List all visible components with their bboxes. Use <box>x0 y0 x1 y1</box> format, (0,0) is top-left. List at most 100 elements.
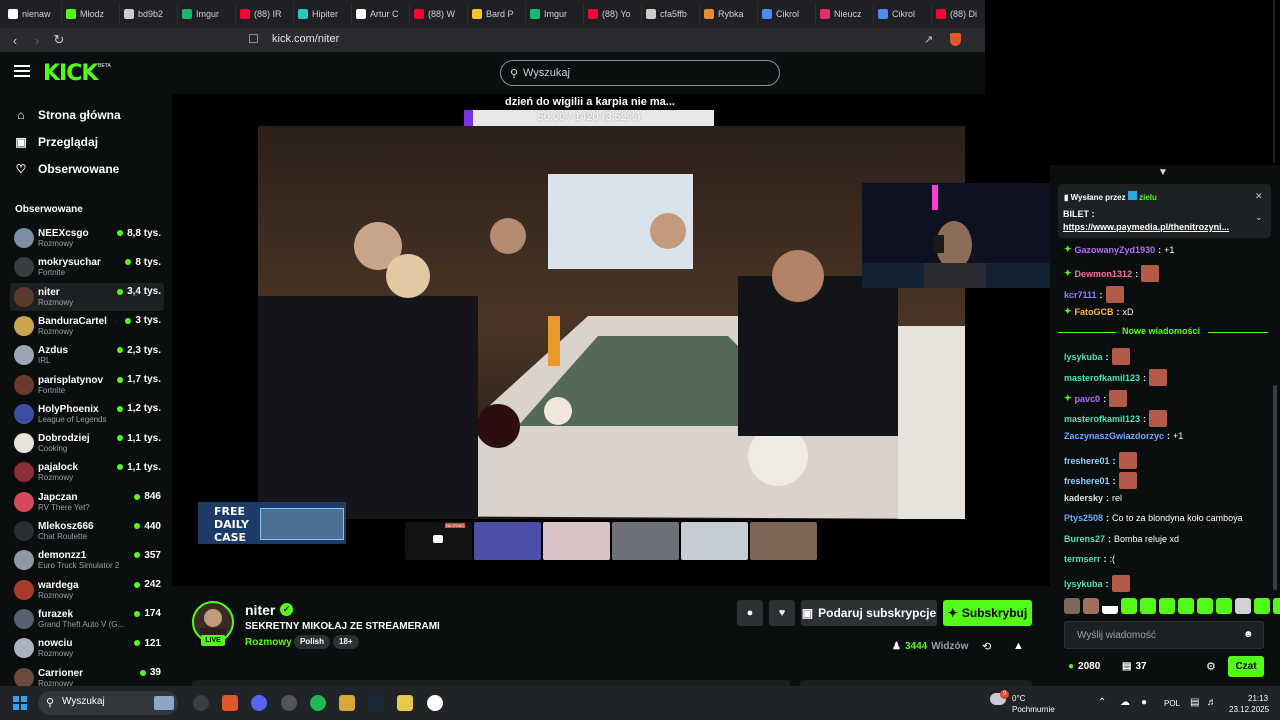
browser-tab[interactable]: Cikrol <box>758 3 816 25</box>
chat-message[interactable]: kadersky: rel <box>1064 493 1122 503</box>
windows-start-icon[interactable] <box>13 696 27 710</box>
chat-message[interactable]: ✦ GazowanyZyd1930: +1 <box>1064 244 1174 255</box>
emote-icon[interactable] <box>1216 598 1232 614</box>
taskbar-search[interactable]: ⚲ Wyszukaj <box>38 691 178 715</box>
followed-channel-mokrysuchar[interactable]: mokrysuchar Fortnite 8 tys. <box>10 253 164 281</box>
taskbar-app-steam-icon[interactable] <box>368 695 384 711</box>
chat-message[interactable]: termserr::( <box>1064 554 1115 564</box>
chat-username[interactable]: termserr <box>1064 554 1101 564</box>
chevron-down-icon[interactable]: ⌄ <box>1255 212 1263 223</box>
nav-browse[interactable]: ▣ Przeglądaj <box>14 135 98 149</box>
emote-icon[interactable] <box>1159 598 1175 614</box>
followed-channel-neexcsgo[interactable]: NEEXcsgo Rozmowy 8,8 tys. <box>10 224 164 252</box>
guest-thumb-3[interactable] <box>612 522 679 560</box>
notification-bell-button[interactable]: ● <box>737 600 763 626</box>
browser-tab[interactable]: Imgur <box>178 3 236 25</box>
video-frame[interactable] <box>258 126 965 519</box>
hamburger-menu-icon[interactable] <box>14 65 30 77</box>
chat-username[interactable]: Ptys2508 <box>1064 513 1103 523</box>
chat-username[interactable]: lysykuba <box>1064 579 1103 589</box>
chat-username[interactable]: lysykuba <box>1064 352 1103 362</box>
brave-shield-icon[interactable] <box>950 33 961 46</box>
emote-icon[interactable] <box>1197 598 1213 614</box>
store-count[interactable]: ▤ 37 <box>1122 661 1147 672</box>
chat-username[interactable]: Dewmon1312 <box>1075 269 1133 279</box>
follow-heart-button[interactable]: ♥ <box>769 600 795 626</box>
chat-message[interactable]: ✦ FatoGCB: xD <box>1064 306 1134 317</box>
followed-channel-pajalock[interactable]: pajalock Rozmowy 1,1 tys. <box>10 458 164 486</box>
browser-tab[interactable]: Rybka <box>700 3 758 25</box>
gear-icon[interactable]: ⚙ <box>1206 660 1216 673</box>
chat-message[interactable]: Burens27: Bomba reluje xd <box>1064 534 1179 544</box>
browser-tab[interactable]: cfa5ffb <box>642 3 700 25</box>
followed-channel-dobrodziej[interactable]: Dobrodziej Cooking 1,1 tys. <box>10 429 164 457</box>
browser-tab[interactable]: Cikrol <box>874 3 932 25</box>
chat-username[interactable]: freshere01 <box>1064 456 1110 466</box>
followed-channel-mlekosz666[interactable]: Mlekosz666 Chat Roulette 440 <box>10 517 164 545</box>
browser-tab[interactable]: (88) Yo <box>584 3 642 25</box>
emote-icon[interactable] <box>1178 598 1194 614</box>
chat-message[interactable]: Ptys2508: Co to za blondyna koło camboya <box>1064 513 1243 523</box>
subscribe-button[interactable]: ✦ Subskrybuj <box>943 600 1032 626</box>
microphone-icon[interactable]: ● <box>1141 697 1147 708</box>
clock-time[interactable]: 21:13 <box>1248 694 1268 703</box>
chat-collapse-icon[interactable]: ▼ <box>1158 167 1168 178</box>
pinned-message[interactable]: ▮ Wysłane przez zielu ✕ BILET : ⌄ https:… <box>1058 184 1271 238</box>
followed-channel-demonzz1[interactable]: demonzz1 Euro Truck Simulator 2 357 <box>10 546 164 574</box>
search-input[interactable] <box>523 64 763 82</box>
followed-channel-parisplatynov[interactable]: parisplatynov Fortnite 1,7 tys. <box>10 371 164 399</box>
emote-icon[interactable] <box>1064 598 1080 614</box>
tag-age[interactable]: 18+ <box>333 635 359 649</box>
chat-message[interactable]: ✦ Dewmon1312: <box>1064 265 1160 282</box>
browser-tab[interactable]: Nieucz <box>816 3 874 25</box>
reload-icon[interactable]: ↻ <box>48 29 70 51</box>
chat-username[interactable]: kcr7111 <box>1064 290 1097 300</box>
followed-channel-azdus[interactable]: Azdus IRL 2,3 tys. <box>10 341 164 369</box>
emote-icon[interactable] <box>1102 598 1118 614</box>
guest-thumb-4[interactable] <box>681 522 748 560</box>
chat-username[interactable]: masterofkamil123 <box>1064 373 1140 383</box>
emote-icon[interactable] <box>1254 598 1270 614</box>
followed-channel-wardega[interactable]: wardega Rozmowy 242 <box>10 576 164 604</box>
chat-username[interactable]: masterofkamil123 <box>1064 414 1140 424</box>
emote-icon[interactable] <box>1235 598 1251 614</box>
chat-message[interactable]: freshere01: <box>1064 472 1137 489</box>
browser-tab[interactable]: Bard P <box>468 3 526 25</box>
tray-app-icon[interactable]: ☁ <box>1120 697 1130 708</box>
chat-message[interactable]: freshere01: <box>1064 452 1137 469</box>
browser-tab[interactable]: (88) W <box>410 3 468 25</box>
taskbar-app-files-icon[interactable] <box>339 695 355 711</box>
followed-channel-banduracartel[interactable]: BanduraCartel Rozmowy 3 tys. <box>10 312 164 340</box>
tray-chevron-up-icon[interactable]: ⌃ <box>1098 697 1106 708</box>
unpin-icon[interactable]: ✕ <box>1255 191 1263 202</box>
browser-tab[interactable]: (88) Di <box>932 3 990 25</box>
followed-channel-holyphoenix[interactable]: HolyPhoenix League of Legends 1,2 tys. <box>10 400 164 428</box>
chat-send-button[interactable]: Czat <box>1228 656 1264 677</box>
channel-points[interactable]: ● 2080 <box>1068 661 1100 672</box>
chat-message[interactable]: masterofkamil123: <box>1064 410 1168 427</box>
chat-message[interactable]: ZaczynaszGwiazdorzyc: +1 <box>1064 431 1183 441</box>
followed-channel-niter[interactable]: niter Rozmowy 3,4 tys. <box>10 282 164 311</box>
report-warning-icon[interactable]: ▲ <box>1013 640 1024 652</box>
browser-tab[interactable]: Artur C <box>352 3 410 25</box>
network-icon[interactable]: ▤ <box>1190 697 1199 708</box>
share-icon[interactable]: ⟲ <box>982 640 991 653</box>
chat-username[interactable]: ZaczynaszGwiazdorzyc <box>1064 431 1164 441</box>
nav-following[interactable]: ♡ Obserwowane <box>14 162 120 176</box>
chat-message[interactable]: masterofkamil123: <box>1064 369 1168 386</box>
volume-icon[interactable]: ♬ <box>1207 697 1217 708</box>
kick-logo[interactable]: KICK <box>43 61 98 86</box>
chat-username[interactable]: GazowanyZyd1930 <box>1075 245 1156 255</box>
browser-tab[interactable]: nienaw <box>4 3 62 25</box>
followed-channel-nowciu[interactable]: nowciu Rozmowy 121 <box>10 634 164 662</box>
chat-message-input[interactable] <box>1064 621 1264 649</box>
chat-message[interactable]: lysykuba: <box>1064 575 1130 592</box>
share-icon[interactable]: ↗ <box>924 33 933 46</box>
chat-message[interactable]: lysykuba: <box>1064 348 1130 365</box>
guest-thumb-5[interactable] <box>750 522 817 560</box>
chat-username[interactable]: FatoGCB <box>1075 307 1114 317</box>
chat-message[interactable]: kcr7111: <box>1064 286 1124 303</box>
browser-tab[interactable]: (88) IR <box>236 3 294 25</box>
emoji-icon[interactable]: ☻ <box>1243 629 1254 640</box>
gift-subscription-button[interactable]: ▣ Podaruj subskrypcje <box>801 600 937 626</box>
